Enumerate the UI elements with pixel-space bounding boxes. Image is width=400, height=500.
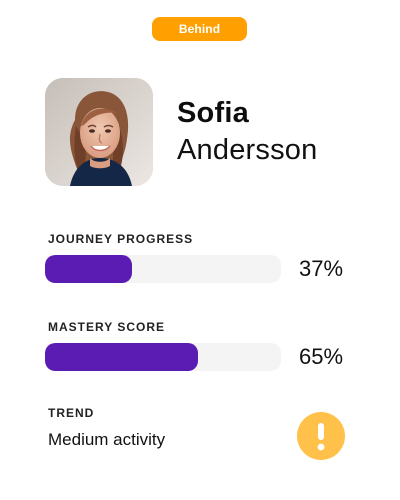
mastery-score-value: 65% [299,344,344,369]
profile-photo [45,78,153,186]
student-last-name: Andersson [177,134,318,166]
trend-label: TREND [48,406,95,420]
status-badge: Behind [152,17,247,41]
avatar [45,78,153,186]
mastery-score-fill [45,343,199,371]
journey-progress-label: JOURNEY PROGRESS [48,232,194,246]
exclamation-icon [297,412,345,460]
student-card: Behind Sofia Andersson JOURNEY PROGRESS … [0,0,400,500]
journey-progress-bar [45,255,281,283]
mastery-score-bar [45,343,281,371]
student-first-name: Sofia [177,97,249,129]
journey-progress-fill [45,255,133,283]
journey-progress-value: 37% [299,256,344,281]
trend-value: Medium activity [48,430,166,449]
mastery-score-label: MASTERY SCORE [48,320,166,334]
